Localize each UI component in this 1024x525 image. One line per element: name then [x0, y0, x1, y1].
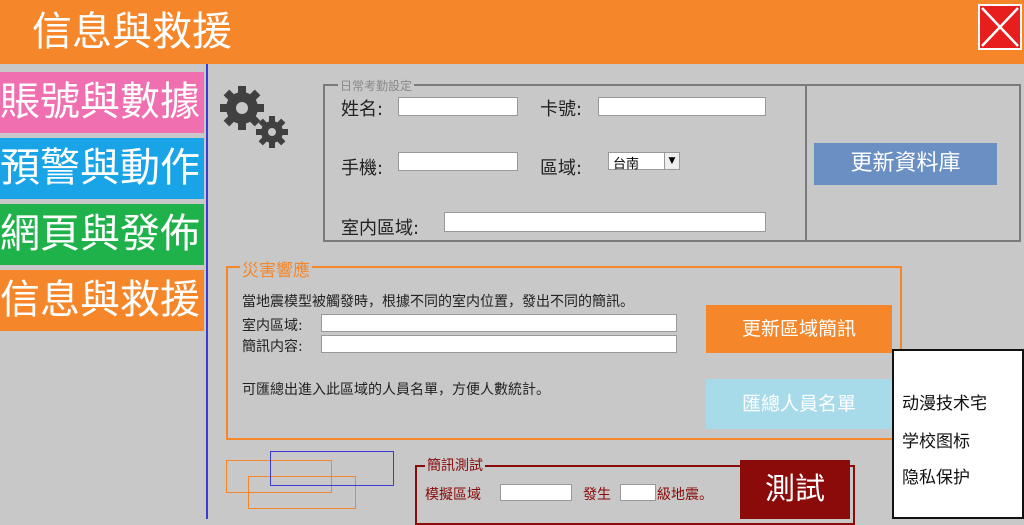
- magnitude-suffix: 級地震。: [657, 487, 713, 503]
- context-popup: 动漫技术宅 学校图标 隐私保护: [892, 349, 1024, 519]
- popup-item-privacy[interactable]: 隐私保护: [902, 463, 970, 488]
- gear-icon: [214, 80, 294, 152]
- sidebar-item-web[interactable]: 網頁與發佈: [0, 204, 204, 265]
- settings-legend: 日常考勤設定: [338, 77, 415, 94]
- sidebar-divider: [206, 64, 208, 519]
- name-input[interactable]: [398, 97, 518, 116]
- close-icon: [981, 7, 1019, 47]
- phone-label: 手機:: [341, 158, 384, 179]
- magnitude-input[interactable]: [620, 484, 656, 501]
- disaster-description: 當地震模型被觸發時，根據不同的室内位置，發出不同的簡訊。: [242, 294, 634, 310]
- region-label: 區域:: [540, 158, 583, 179]
- sms-test-legend: 簡訊測試: [425, 455, 485, 475]
- disaster-indoor-label: 室内區域:: [242, 318, 303, 334]
- card-input[interactable]: [598, 97, 766, 116]
- simulate-region-input[interactable]: [500, 484, 572, 501]
- region-select-value: 台南: [613, 157, 640, 172]
- test-button[interactable]: 測試: [740, 460, 850, 519]
- name-label: 姓名:: [341, 99, 384, 120]
- update-database-button[interactable]: 更新資料庫: [814, 143, 997, 185]
- disaster-legend: 災害響應: [240, 256, 312, 281]
- message-content-label: 簡訊内容:: [242, 339, 303, 355]
- settings-divider: [805, 84, 807, 242]
- region-select[interactable]: 台南 ▼: [608, 152, 680, 172]
- summary-description: 可匯總出進入此區域的人員名單，方便人數統計。: [242, 382, 550, 398]
- occur-label: 發生: [583, 487, 611, 503]
- window-title: 信息與救援: [32, 9, 232, 55]
- sidebar-item-accounts[interactable]: 賬號與數據: [0, 72, 204, 133]
- card-label: 卡號:: [540, 99, 583, 120]
- chevron-down-icon: ▼: [664, 153, 679, 169]
- message-content-input[interactable]: [321, 335, 677, 353]
- disaster-indoor-input[interactable]: [321, 314, 677, 332]
- summarize-personnel-button[interactable]: 匯總人員名單: [706, 379, 892, 429]
- phone-input[interactable]: [398, 152, 518, 171]
- indoor-region-label: 室内區域:: [341, 218, 420, 239]
- popup-item-anime[interactable]: 动漫技术宅: [902, 389, 987, 414]
- simulate-region-label: 模擬區域: [425, 487, 481, 503]
- close-button[interactable]: [978, 4, 1022, 50]
- sidebar-item-rescue[interactable]: 信息與救援: [0, 270, 204, 331]
- sidebar-item-warnings[interactable]: 預警與動作: [0, 138, 204, 199]
- update-region-sms-button[interactable]: 更新區域簡訊: [706, 305, 892, 353]
- popup-item-school-icon[interactable]: 学校图标: [902, 427, 970, 452]
- indoor-region-input[interactable]: [444, 212, 766, 232]
- decor-rect-blue: [270, 451, 394, 486]
